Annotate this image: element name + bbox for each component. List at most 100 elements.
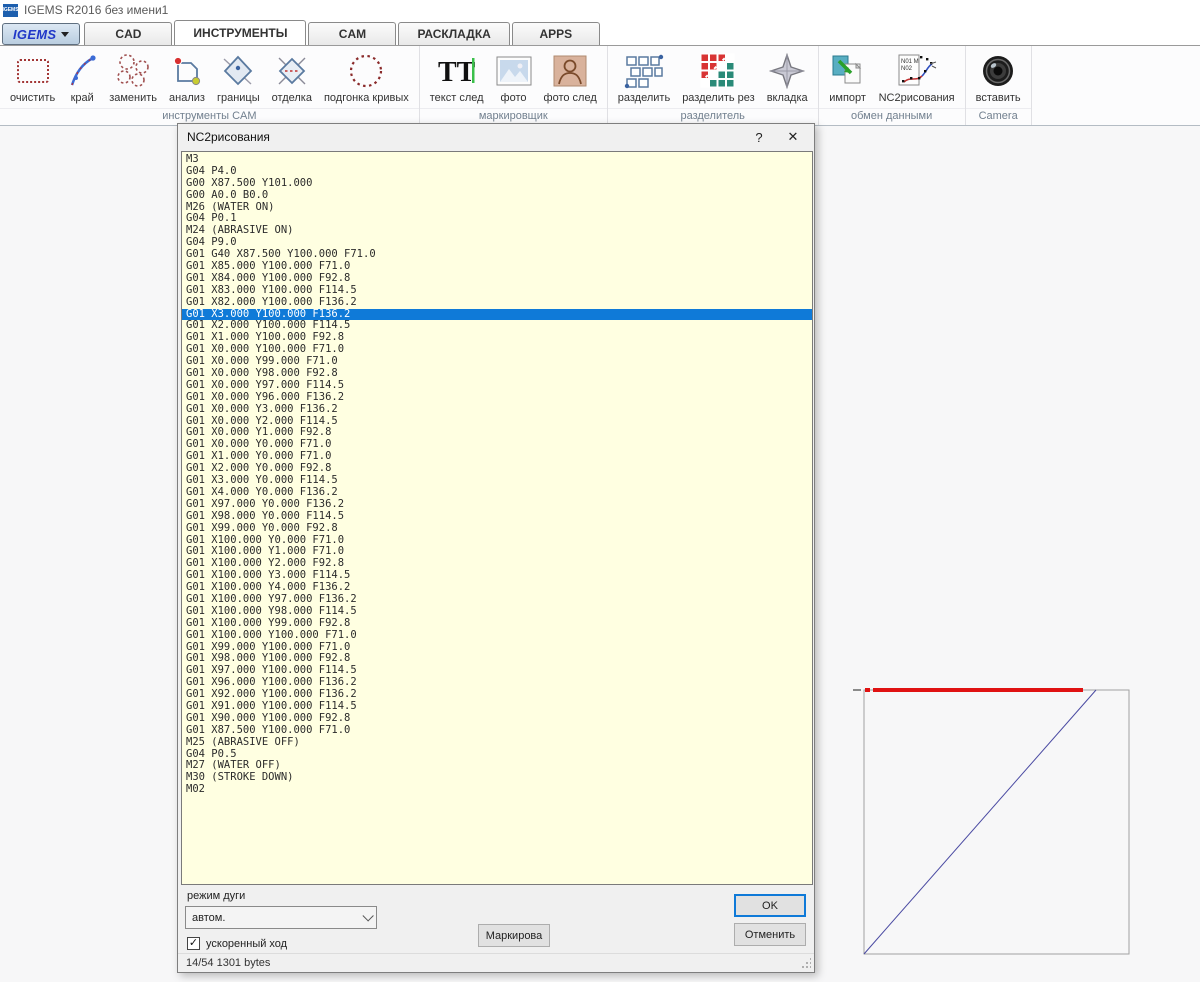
tab-инструменты[interactable]: ИНСТРУМЕНТЫ xyxy=(174,20,307,45)
analyze-icon xyxy=(170,50,204,92)
tool-button-text-trace[interactable]: TT текст след xyxy=(424,48,490,106)
tool-button-replace[interactable]: заменить xyxy=(103,48,163,106)
nc-line[interactable]: G01 X82.000 Y100.000 F136.2 xyxy=(186,296,812,309)
preview-square-contour xyxy=(863,689,1130,955)
nc-line[interactable]: M30 (STROKE DOWN) xyxy=(186,771,812,784)
edge-icon xyxy=(67,50,97,92)
ribbon-group: вставить Camera xyxy=(965,46,1032,125)
status-line-counter: 14/54 1301 bytes xyxy=(186,957,271,969)
nc-line[interactable]: G04 P4.0 xyxy=(186,165,812,178)
nc-line[interactable]: M02 xyxy=(186,783,812,796)
ribbon-toolbar: очистить край заменить анализ границы отделка… xyxy=(0,45,1200,126)
nc-line[interactable]: M25 (ABRASIVE OFF) xyxy=(186,736,812,749)
rapid-move-checkbox[interactable]: ✓ xyxy=(187,937,200,950)
nc-line[interactable]: G01 X100.000 Y99.000 F92.8 xyxy=(186,617,812,630)
window-title: IGEMS R2016 без имени1 xyxy=(24,3,169,17)
tool-label: разделить xyxy=(617,92,671,104)
tab-cad[interactable]: CAD xyxy=(84,22,173,45)
title-bar: IGEMS IGEMS R2016 без имени1 xyxy=(0,0,1200,20)
nc-code-listing[interactable]: M3 G04 P4.0 G00 X87.500 Y101.000 G00 A0.0 B… xyxy=(181,151,813,885)
dialog-close-button[interactable]: ✕ xyxy=(776,125,810,149)
nc-line[interactable]: G01 X100.000 Y100.000 F71.0 xyxy=(186,629,812,642)
toolpath-preview xyxy=(853,688,1130,955)
import-icon xyxy=(829,50,867,92)
nc-line[interactable]: M26 (WATER ON) xyxy=(186,201,812,214)
tool-button-edge[interactable]: край xyxy=(61,48,103,106)
tool-label: отделка xyxy=(271,92,312,104)
nc-line[interactable]: G01 X100.000 Y98.000 F114.5 xyxy=(186,605,812,618)
svg-text:N02: N02 xyxy=(901,66,913,72)
nc-line[interactable]: G01 X97.000 Y0.000 F136.2 xyxy=(186,498,812,511)
tool-button-curve-fit[interactable]: подгонка кривых xyxy=(318,48,415,106)
nc-line[interactable]: G01 X90.000 Y100.000 F92.8 xyxy=(186,712,812,725)
tool-button-divide[interactable]: разделить xyxy=(612,48,676,106)
tool-label: очистить xyxy=(10,92,56,104)
nc-line[interactable]: G01 X0.000 Y96.000 F136.2 xyxy=(186,391,812,404)
tool-label: фото след xyxy=(543,92,597,104)
ribbon-group: очистить край заменить анализ границы отделка… xyxy=(0,46,420,125)
dialog-controls: режим дуги автом. ✓ ускоренный ход Марки… xyxy=(178,885,814,953)
dialog-title-bar[interactable]: NC2рисования ? ✕ xyxy=(178,124,814,150)
tool-label: анализ xyxy=(169,92,205,104)
ribbon-group: TT текст след фото фото след маркировщик xyxy=(419,46,608,125)
igems-menu-button[interactable]: IGEMS xyxy=(2,23,81,45)
tool-button-finishing[interactable]: отделка xyxy=(266,48,318,106)
tool-label: вкладка xyxy=(766,92,808,104)
rapid-move-checkbox-row[interactable]: ✓ ускоренный ход xyxy=(187,937,287,950)
marking-button[interactable]: Маркирова xyxy=(478,924,550,947)
arc-mode-label: режим дуги xyxy=(187,890,246,902)
tool-button-clear-contours[interactable]: очистить xyxy=(4,48,61,106)
tool-button-nc2drawing[interactable]: N01 M N02 NC2рисования xyxy=(873,48,961,106)
tool-button-photo[interactable]: фото xyxy=(490,48,538,106)
tool-button-analyze[interactable]: анализ xyxy=(163,48,211,106)
tool-label: границы xyxy=(216,92,260,104)
nc-line[interactable]: M3 xyxy=(186,153,812,166)
tab-раскладка[interactable]: РАСКЛАДКА xyxy=(398,22,510,45)
igems-menu-label: IGEMS xyxy=(13,26,57,42)
tool-button-boundaries[interactable]: границы xyxy=(211,48,266,106)
nc-line[interactable]: G01 X99.000 Y0.000 F92.8 xyxy=(186,522,812,535)
nc-line[interactable]: G01 X87.500 Y100.000 F71.0 xyxy=(186,724,812,737)
chevron-down-icon xyxy=(61,31,70,37)
tool-button-photo-trace[interactable]: фото след xyxy=(538,48,603,106)
svg-text:N01 M: N01 M xyxy=(901,59,919,65)
nc-line[interactable]: G01 X83.000 Y100.000 F114.5 xyxy=(186,284,812,297)
arc-mode-select[interactable]: автом. xyxy=(185,906,377,929)
tool-button-camera[interactable]: вставить xyxy=(970,48,1027,106)
ribbon-group: разделить разделить рез вкладка разделитель xyxy=(607,46,819,125)
tab-insert-icon xyxy=(768,50,806,92)
ribbon-tab-bar: IGEMS CAD ИНСТРУМЕНТЫ CAM РАСКЛАДКА APPS xyxy=(0,20,1200,45)
nc-line[interactable]: M24 (ABRASIVE ON) xyxy=(186,224,812,237)
nc2drawing-dialog: NC2рисования ? ✕ M3 G04 P4.0 G00 X87.500 Y… xyxy=(177,123,815,973)
tool-label: подгонка кривых xyxy=(323,92,409,104)
preview-rapid-move-line xyxy=(863,689,1097,955)
nc2drawing-icon: N01 M N02 xyxy=(896,50,938,92)
nc-line[interactable]: G01 X0.000 Y3.000 F136.2 xyxy=(186,403,812,416)
tool-button-tab-insert[interactable]: вкладка xyxy=(761,48,814,106)
tool-label: фото xyxy=(500,92,527,104)
svg-text:TT: TT xyxy=(438,57,476,88)
boundaries-icon xyxy=(220,50,256,92)
nc-line[interactable]: G00 A0.0 B0.0 xyxy=(186,189,812,202)
divide-cut-icon xyxy=(699,50,737,92)
ok-button[interactable]: OK xyxy=(734,894,806,917)
nc-line[interactable]: G01 X98.000 Y0.000 F114.5 xyxy=(186,510,812,523)
camera-icon xyxy=(979,50,1017,92)
tab-apps[interactable]: APPS xyxy=(511,22,600,45)
tab-cam[interactable]: CAM xyxy=(308,22,397,45)
tool-button-import[interactable]: импорт xyxy=(823,48,873,106)
nc-line[interactable]: G00 X87.500 Y101.000 xyxy=(186,177,812,190)
ribbon-group-label: обмен данными xyxy=(818,108,965,125)
cancel-button[interactable]: Отменить xyxy=(734,923,806,946)
divide-icon xyxy=(623,50,665,92)
resize-grip-icon[interactable] xyxy=(801,957,814,970)
nc-line[interactable]: G01 X84.000 Y100.000 F92.8 xyxy=(186,272,812,285)
finishing-icon xyxy=(274,50,310,92)
tool-button-divide-cut[interactable]: разделить рез xyxy=(676,48,761,106)
clear-contours-icon xyxy=(14,50,52,92)
dialog-status-bar: 14/54 1301 bytes xyxy=(178,953,814,972)
dialog-help-button[interactable]: ? xyxy=(742,125,776,149)
tool-label: заменить xyxy=(109,92,158,104)
photo-icon xyxy=(496,50,532,92)
preview-start-node xyxy=(865,688,870,692)
